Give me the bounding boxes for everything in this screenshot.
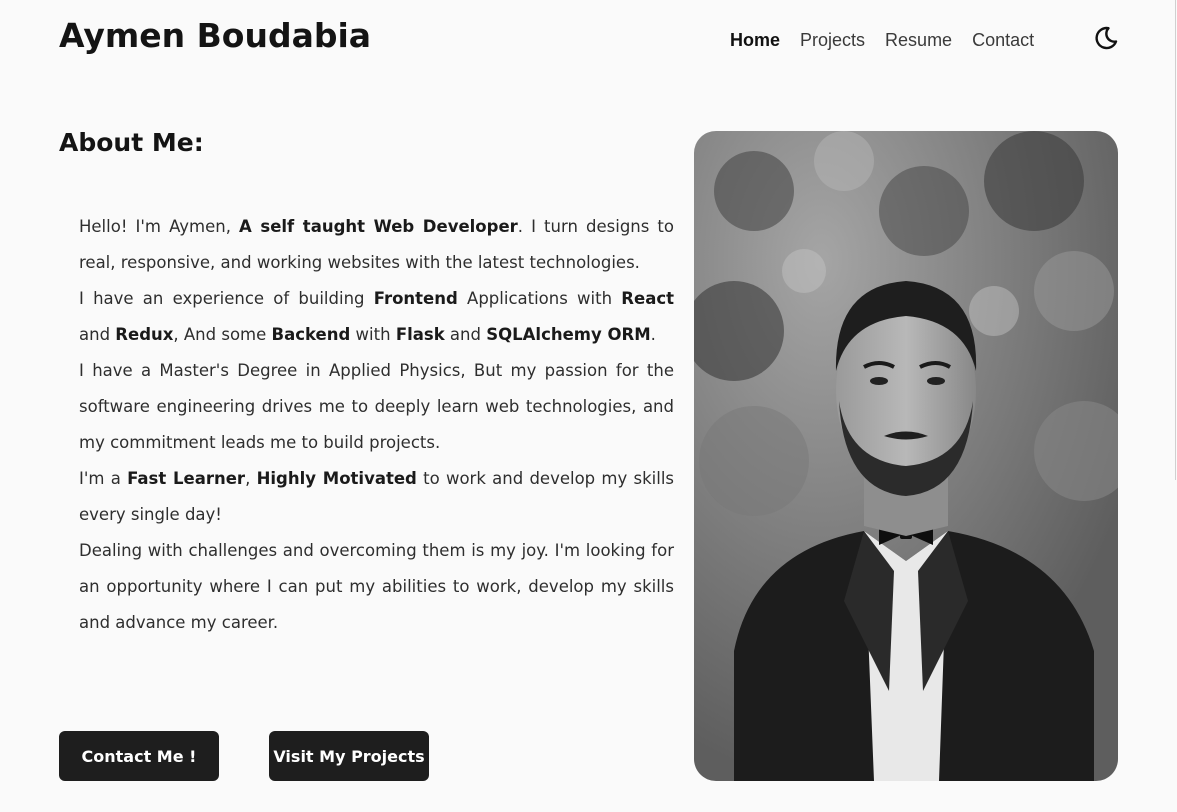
nav-link-projects[interactable]: Projects bbox=[800, 30, 865, 51]
body-text: with bbox=[350, 325, 396, 344]
page: Aymen Boudabia Home Projects Resume Cont… bbox=[0, 0, 1177, 812]
body-text: . bbox=[650, 325, 656, 344]
highlight-text: SQLAlchemy ORM bbox=[486, 325, 651, 344]
nav-link-resume[interactable]: Resume bbox=[885, 30, 952, 51]
highlight-text: Highly Motivated bbox=[256, 469, 417, 488]
about-paragraph-traits: I'm a Fast Learner, Highly Motivated to … bbox=[79, 461, 674, 533]
highlight-text: React bbox=[621, 289, 674, 308]
main-nav: Home Projects Resume Contact bbox=[730, 30, 1034, 51]
body-text: Applications with bbox=[457, 289, 622, 308]
body-text: , And some bbox=[173, 325, 272, 344]
body-text: I have an experience of building bbox=[79, 289, 374, 308]
nav-link-contact[interactable]: Contact bbox=[972, 30, 1034, 51]
about-heading: About Me: bbox=[59, 128, 204, 157]
body-text: and bbox=[79, 325, 116, 344]
about-paragraph-education: I have a Master's Degree in Applied Phys… bbox=[79, 353, 674, 461]
highlight-text: Frontend bbox=[373, 289, 458, 308]
highlight-text: Fast Learner bbox=[127, 469, 246, 488]
highlight-text: Redux bbox=[115, 325, 174, 344]
about-paragraph-experience: I have an experience of building Fronten… bbox=[79, 281, 674, 353]
scrollbar[interactable] bbox=[1175, 0, 1176, 480]
site-title[interactable]: Aymen Boudabia bbox=[59, 16, 371, 55]
profile-photo bbox=[694, 131, 1118, 781]
visit-projects-button[interactable]: Visit My Projects bbox=[269, 731, 429, 781]
body-text: , bbox=[245, 469, 257, 488]
moon-icon bbox=[1095, 26, 1118, 50]
about-paragraph-intro: Hello! I'm Aymen, A self taught Web Deve… bbox=[79, 209, 674, 281]
highlight-text: A self taught Web Developer bbox=[239, 217, 518, 236]
theme-toggle-button[interactable] bbox=[1093, 25, 1119, 51]
body-text: and bbox=[444, 325, 487, 344]
body-text: I'm a bbox=[79, 469, 128, 488]
body-text: Hello! I'm Aymen, bbox=[79, 217, 240, 236]
nav-link-home[interactable]: Home bbox=[730, 30, 780, 51]
contact-me-button[interactable]: Contact Me ! bbox=[59, 731, 219, 781]
about-paragraph-goals: Dealing with challenges and overcoming t… bbox=[79, 533, 674, 641]
body-text: I have a Master's Degree in Applied Phys… bbox=[79, 361, 674, 452]
highlight-text: Backend bbox=[271, 325, 351, 344]
body-text: Dealing with challenges and overcoming t… bbox=[79, 541, 674, 632]
highlight-text: Flask bbox=[395, 325, 445, 344]
about-text: Hello! I'm Aymen, A self taught Web Deve… bbox=[79, 209, 674, 641]
